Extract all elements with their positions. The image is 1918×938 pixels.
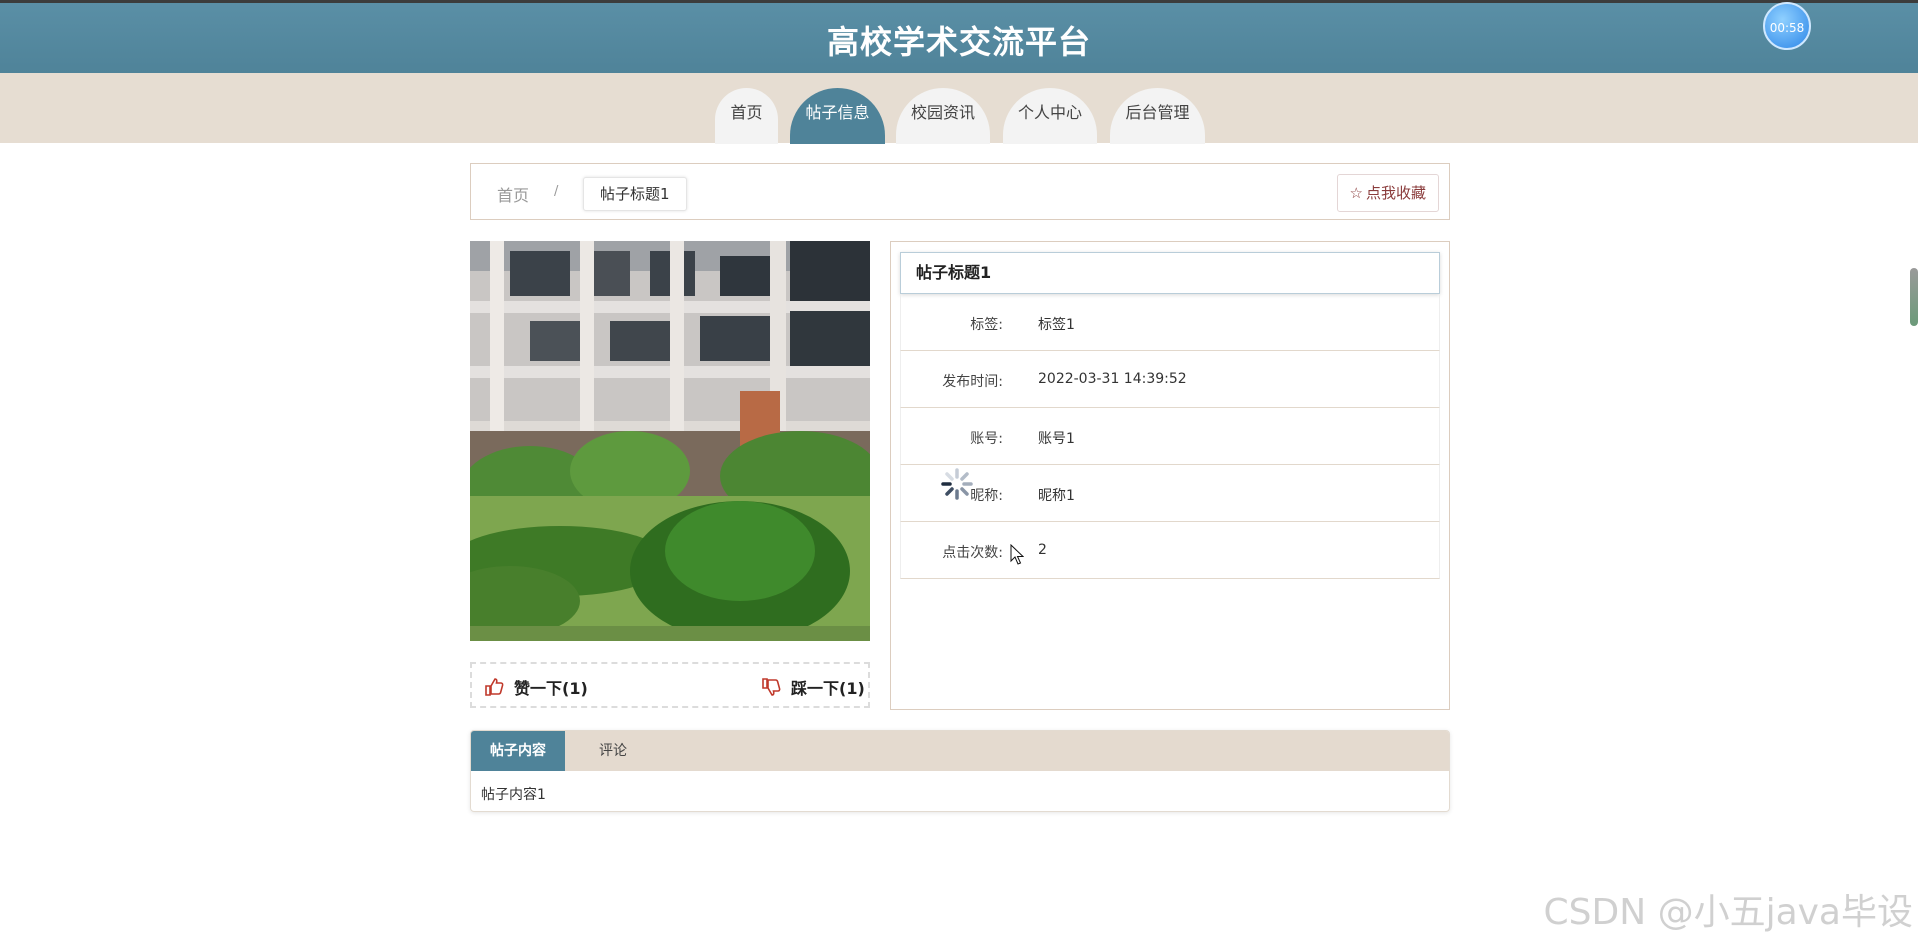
info-value: 2 <box>1038 542 1047 558</box>
thumbs-up-icon <box>485 678 504 696</box>
info-row-click-count: 点击次数: 2 <box>900 522 1440 579</box>
tab-comments[interactable]: 评论 <box>565 731 661 771</box>
watermark: CSDN @小五java毕设 <box>1543 892 1913 933</box>
post-title: 帖子标题1 <box>900 252 1440 294</box>
content-tabs: 帖子内容 评论 帖子内容1 <box>470 730 1450 812</box>
info-value: 标签1 <box>1038 317 1075 333</box>
nav-tab-home[interactable]: 首页 <box>715 88 778 144</box>
info-row-publish-time: 发布时间: 2022-03-31 14:39:52 <box>900 351 1440 408</box>
breadcrumb-current: 帖子标题1 <box>583 177 687 211</box>
thumbs-down-icon <box>762 678 781 696</box>
vote-box: 赞一下(1) 踩一下(1) <box>470 662 870 708</box>
breadcrumb-separator: / <box>554 184 559 199</box>
dislike-button[interactable]: 踩一下(1) <box>761 675 865 699</box>
post-info-panel: 帖子标题1 标签: 标签1 发布时间: 2022-03-31 14:39:52 … <box>890 241 1450 710</box>
favorite-button-label: 点我收藏 <box>1365 184 1426 202</box>
info-label: 点击次数: <box>942 545 1003 561</box>
star-outline-icon: ☆ <box>1349 184 1363 202</box>
scrollbar-thumb[interactable] <box>1910 268 1918 326</box>
like-label: 赞一下(1) <box>514 679 588 698</box>
site-title: 高校学术交流平台 <box>826 23 1091 61</box>
info-row-account: 账号: 账号1 <box>900 408 1440 465</box>
info-value: 昵称1 <box>1038 488 1075 504</box>
post-image <box>470 241 870 641</box>
site-header: 高校学术交流平台 <box>0 0 1918 73</box>
tab-post-content[interactable]: 帖子内容 <box>471 731 565 771</box>
info-row-tag: 标签: 标签1 <box>900 294 1440 351</box>
mouse-cursor-icon <box>1010 544 1024 565</box>
info-value: 账号1 <box>1038 431 1075 447</box>
like-button[interactable]: 赞一下(1) <box>484 675 588 699</box>
info-label: 账号: <box>970 431 1003 447</box>
info-label: 发布时间: <box>942 374 1003 390</box>
info-row-nickname: 昵称: 昵称1 <box>900 465 1440 522</box>
post-content-text: 帖子内容1 <box>481 787 546 803</box>
tabs-header: 帖子内容 评论 <box>471 731 1449 771</box>
timer-badge: 00:58 <box>1763 2 1811 50</box>
dislike-label: 踩一下(1) <box>791 679 865 698</box>
loading-spinner-icon <box>941 468 973 500</box>
breadcrumb-home-link[interactable]: 首页 <box>497 182 529 206</box>
info-value: 2022-03-31 14:39:52 <box>1038 371 1187 387</box>
breadcrumb: 首页 / 帖子标题1 ☆ 点我收藏 <box>470 163 1450 220</box>
info-label: 标签: <box>970 317 1003 333</box>
favorite-button[interactable]: ☆ 点我收藏 <box>1336 174 1439 212</box>
